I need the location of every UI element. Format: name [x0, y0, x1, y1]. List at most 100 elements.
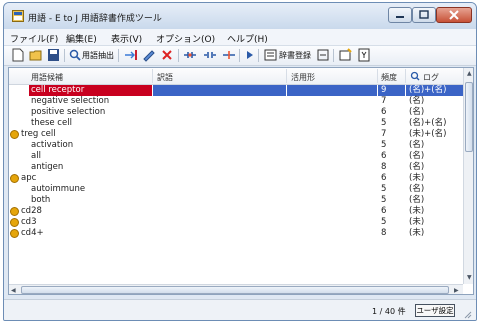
- row-insert-icon[interactable]: [124, 48, 138, 63]
- menu-file[interactable]: ファイル(F): [10, 32, 58, 45]
- row-delete-icon[interactable]: [160, 48, 174, 63]
- frequency-cell[interactable]: 9: [378, 85, 405, 96]
- resize-grip-icon[interactable]: [462, 309, 472, 319]
- menu-help[interactable]: ヘルプ(H): [227, 32, 268, 45]
- column-divider[interactable]: [286, 69, 287, 83]
- frequency-cell[interactable]: 7: [381, 96, 386, 107]
- frequency-cell[interactable]: 5: [381, 217, 386, 228]
- log-cell[interactable]: (未): [409, 228, 424, 239]
- table-row[interactable]: cd4+ 8 (未): [9, 228, 463, 239]
- log-cell[interactable]: (名): [409, 96, 424, 107]
- log-cell[interactable]: (未): [409, 217, 424, 228]
- table-row[interactable]: cd28 6 (未): [9, 206, 463, 217]
- play-icon[interactable]: [245, 48, 255, 63]
- column-header-translation[interactable]: 訳語: [157, 72, 173, 83]
- table-row[interactable]: all 6 (名): [9, 151, 463, 162]
- log-cell[interactable]: (名): [409, 184, 424, 195]
- term-extract-icon[interactable]: [69, 48, 81, 63]
- term-extract-button[interactable]: 用語抽出: [82, 50, 114, 61]
- horizontal-scroll-thumb[interactable]: [21, 286, 449, 294]
- term-cell[interactable]: cell receptor: [29, 85, 152, 96]
- term-cell[interactable]: cd28: [21, 206, 42, 217]
- log-cell[interactable]: (名): [409, 140, 424, 151]
- vertical-scroll-thumb[interactable]: [465, 82, 473, 152]
- scroll-up-arrow-icon[interactable]: ▲: [467, 70, 472, 77]
- translation-cell[interactable]: [153, 85, 286, 96]
- term-cell[interactable]: activation: [29, 140, 73, 151]
- term-cell[interactable]: positive selection: [29, 107, 105, 118]
- minimize-button[interactable]: [388, 7, 412, 23]
- term-cell[interactable]: all: [29, 151, 41, 162]
- scroll-down-arrow-icon[interactable]: ▼: [467, 274, 472, 281]
- column-header-term[interactable]: 用語候補: [31, 72, 63, 83]
- menu-edit[interactable]: 編集(E): [66, 32, 97, 45]
- frequency-cell[interactable]: 5: [381, 118, 386, 129]
- frequency-cell[interactable]: 5: [381, 184, 386, 195]
- maximize-button[interactable]: [412, 7, 436, 23]
- usage-cell[interactable]: [287, 85, 377, 96]
- split-icon[interactable]: [222, 48, 236, 63]
- column-divider[interactable]: [377, 69, 378, 83]
- table-row[interactable]: these cell 5 (名)+(名): [9, 118, 463, 129]
- log-cell[interactable]: (名)+(名): [406, 85, 463, 96]
- scroll-left-arrow-icon[interactable]: ◀: [11, 287, 16, 294]
- frequency-cell[interactable]: 6: [381, 206, 386, 217]
- refresh-icon[interactable]: [316, 48, 330, 63]
- frequency-cell[interactable]: 6: [381, 173, 386, 184]
- vertical-scrollbar[interactable]: ▲ ▼: [463, 68, 473, 284]
- term-cell[interactable]: cd3: [21, 217, 36, 228]
- table-row[interactable]: activation 5 (名): [9, 140, 463, 151]
- log-cell[interactable]: (名): [409, 107, 424, 118]
- unmerge-icon[interactable]: [203, 48, 217, 63]
- save-icon[interactable]: [47, 48, 60, 63]
- table-row[interactable]: treg cell 7 (未)+(名): [9, 129, 463, 140]
- log-cell[interactable]: (名)+(名): [409, 118, 446, 129]
- table-row[interactable]: negative selection 7 (名): [9, 96, 463, 107]
- table-row[interactable]: positive selection 6 (名): [9, 107, 463, 118]
- frequency-cell[interactable]: 5: [381, 140, 386, 151]
- column-divider[interactable]: [405, 69, 406, 83]
- table-row[interactable]: autoimmune 5 (名): [9, 184, 463, 195]
- term-cell[interactable]: antigen: [29, 162, 63, 173]
- term-cell[interactable]: autoimmune: [29, 184, 85, 195]
- menu-view[interactable]: 表示(V): [111, 32, 142, 45]
- log-cell[interactable]: (未): [409, 173, 424, 184]
- help-book-icon[interactable]: [358, 48, 371, 63]
- frequency-cell[interactable]: 8: [381, 162, 386, 173]
- horizontal-scrollbar[interactable]: ◀ ▶: [9, 284, 463, 294]
- log-cell[interactable]: (名): [409, 151, 424, 162]
- frequency-cell[interactable]: 5: [381, 195, 386, 206]
- table-row[interactable]: antigen 8 (名): [9, 162, 463, 173]
- open-folder-icon[interactable]: [29, 48, 43, 63]
- table-row[interactable]: cd3 5 (未): [9, 217, 463, 228]
- frequency-cell[interactable]: 6: [381, 151, 386, 162]
- table-row[interactable]: apc 6 (未): [9, 173, 463, 184]
- row-edit-icon[interactable]: [142, 48, 156, 63]
- frequency-cell[interactable]: 7: [381, 129, 386, 140]
- log-cell[interactable]: (未)+(名): [409, 129, 446, 140]
- new-file-icon[interactable]: [12, 48, 24, 63]
- column-divider[interactable]: [152, 69, 153, 83]
- log-cell[interactable]: (名): [409, 195, 424, 206]
- scroll-right-arrow-icon[interactable]: ▶: [454, 287, 459, 294]
- term-cell[interactable]: these cell: [29, 118, 72, 129]
- term-cell[interactable]: cd4+: [21, 228, 44, 239]
- term-cell[interactable]: treg cell: [21, 129, 56, 140]
- term-cell[interactable]: apc: [21, 173, 36, 184]
- table-row[interactable]: cell receptor 9 (名)+(名): [9, 85, 463, 96]
- log-cell[interactable]: (名): [409, 162, 424, 173]
- frequency-cell[interactable]: 6: [381, 107, 386, 118]
- column-header-log[interactable]: ログ: [423, 72, 439, 83]
- frequency-cell[interactable]: 8: [381, 228, 386, 239]
- merge-icon[interactable]: [183, 48, 197, 63]
- dictionary-register-icon[interactable]: [264, 48, 278, 63]
- column-header-frequency[interactable]: 頻度: [381, 72, 397, 83]
- user-settings-button[interactable]: ユーザ設定: [415, 304, 455, 317]
- log-cell[interactable]: (未): [409, 206, 424, 217]
- table-row[interactable]: both 5 (名): [9, 195, 463, 206]
- column-header-usage[interactable]: 活用形: [291, 72, 315, 83]
- settings-icon[interactable]: [339, 48, 353, 63]
- close-button[interactable]: [436, 7, 472, 23]
- term-cell[interactable]: negative selection: [29, 96, 109, 107]
- menu-options[interactable]: オプション(O): [156, 32, 215, 45]
